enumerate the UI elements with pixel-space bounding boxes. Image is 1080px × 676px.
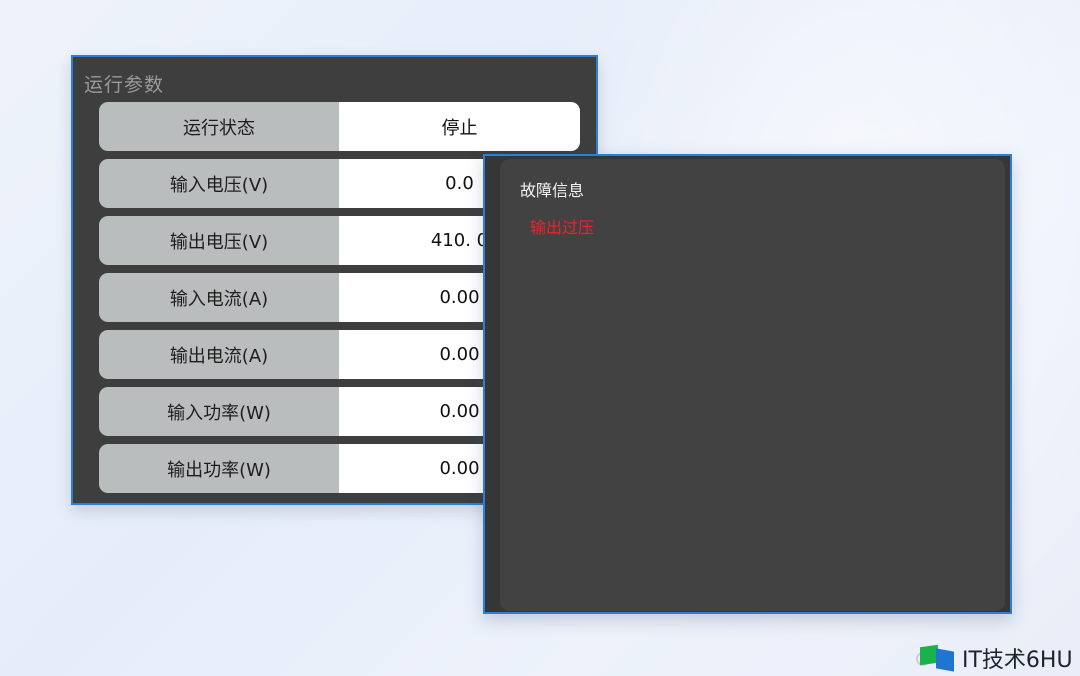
fault-info-window: 故障信息 输出过压: [483, 154, 1012, 614]
watermark: IT技术6HU: [916, 642, 1073, 674]
param-label: 输入电流(A): [99, 273, 339, 322]
fault-info-title: 故障信息: [520, 181, 585, 200]
watermark-text: IT技术6HU: [962, 648, 1073, 673]
param-label: 输出电流(A): [99, 330, 339, 379]
param-value: 停止: [339, 102, 580, 151]
param-label: 输出电压(V): [99, 216, 339, 265]
param-row-status: 运行状态 停止: [99, 102, 580, 151]
fault-message: 输出过压: [530, 218, 595, 237]
fault-info-panel: 故障信息 输出过压: [500, 159, 1005, 611]
params-title: 运行参数: [84, 74, 165, 96]
param-label: 输入电压(V): [99, 159, 339, 208]
param-label: 运行状态: [99, 102, 339, 151]
param-label: 输入功率(W): [99, 387, 339, 436]
it-logo-icon: [916, 644, 956, 672]
param-label: 输出功率(W): [99, 444, 339, 493]
